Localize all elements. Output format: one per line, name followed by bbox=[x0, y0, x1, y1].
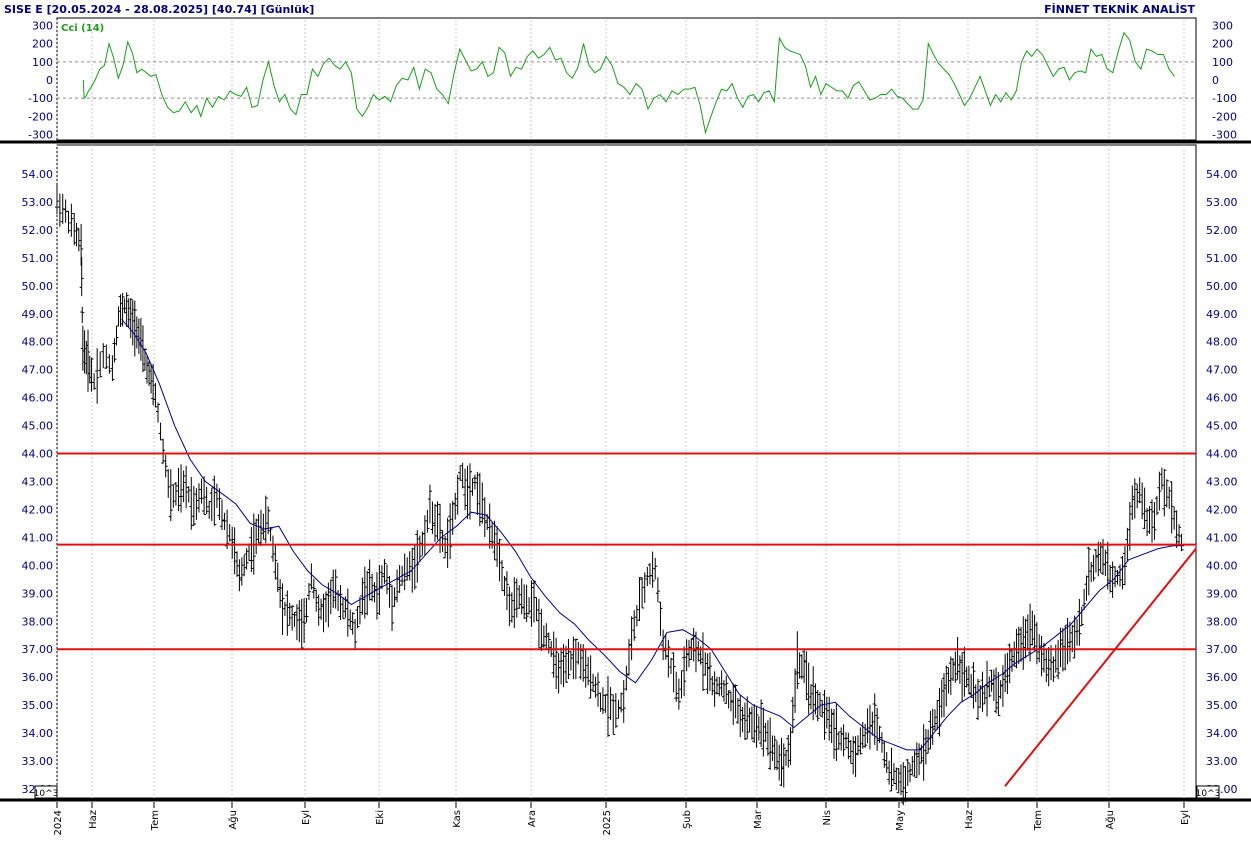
price-y-tick-label-right: 47.00 bbox=[1206, 364, 1238, 377]
price-y-tick-label-left: 37.00 bbox=[22, 643, 54, 656]
price-y-tick-label-left: 41.00 bbox=[22, 531, 54, 544]
x-month-label: Tem bbox=[1033, 810, 1044, 831]
price-y-tick-label-left: 51.00 bbox=[22, 252, 54, 265]
price-y-tick-label-left: 39.00 bbox=[22, 587, 54, 600]
price-y-tick-label-right: 51.00 bbox=[1206, 252, 1238, 265]
multiplier-label: 10^3 bbox=[1196, 789, 1221, 799]
price-y-tick-label-right: 35.00 bbox=[1206, 699, 1238, 712]
price-y-tick-label-right: 39.00 bbox=[1206, 587, 1238, 600]
chart-title: SISE E [20.05.2024 - 28.08.2025] [40.74]… bbox=[4, 3, 314, 16]
cci-y-tick-label-right: 0 bbox=[1212, 74, 1219, 87]
cci-y-tick-label-right: 300 bbox=[1212, 19, 1233, 32]
cci-title: Cci (14) bbox=[61, 23, 104, 34]
x-month-label: Eki bbox=[375, 810, 386, 825]
price-y-tick-label-left: 42.00 bbox=[22, 503, 54, 516]
x-month-label: Haz bbox=[88, 810, 99, 829]
provider-label: FİNNET TEKNİK ANALİST bbox=[1044, 2, 1195, 16]
cci-y-tick-label-right: -100 bbox=[1212, 92, 1237, 105]
price-y-tick-label-left: 46.00 bbox=[22, 392, 54, 405]
price-y-tick-label-left: 54.00 bbox=[22, 168, 54, 181]
price-y-tick-label-left: 52.00 bbox=[22, 224, 54, 237]
price-y-tick-label-right: 53.00 bbox=[1206, 196, 1238, 209]
cci-y-tick-label-right: 100 bbox=[1212, 56, 1233, 69]
cci-y-tick-label-right: 200 bbox=[1212, 38, 1233, 51]
price-y-tick-label-left: 44.00 bbox=[22, 448, 54, 461]
price-y-tick-label-left: 36.00 bbox=[22, 671, 54, 684]
x-month-label: 2024 bbox=[53, 810, 64, 835]
technical-chart: SISE E [20.05.2024 - 28.08.2025] [40.74]… bbox=[0, 0, 1251, 841]
cci-y-tick-label-left: 100 bbox=[32, 56, 53, 69]
x-month-label: May bbox=[895, 810, 906, 831]
price-y-tick-label-right: 46.00 bbox=[1206, 392, 1238, 405]
cci-y-tick-label-right: -300 bbox=[1212, 129, 1237, 142]
price-y-tick-label-right: 49.00 bbox=[1206, 308, 1238, 321]
price-y-tick-label-right: 41.00 bbox=[1206, 531, 1238, 544]
price-y-tick-label-right: 54.00 bbox=[1206, 168, 1238, 181]
price-y-tick-label-left: 33.00 bbox=[22, 755, 54, 768]
price-y-tick-label-left: 45.00 bbox=[22, 420, 54, 433]
price-y-tick-label-left: 34.00 bbox=[22, 727, 54, 740]
price-y-tick-label-left: 43.00 bbox=[22, 475, 54, 488]
price-y-tick-label-right: 38.00 bbox=[1206, 615, 1238, 628]
cci-y-tick-label-left: -100 bbox=[28, 92, 53, 105]
price-y-tick-label-right: 36.00 bbox=[1206, 671, 1238, 684]
price-y-tick-label-right: 50.00 bbox=[1206, 280, 1238, 293]
x-month-label: Haz bbox=[964, 810, 975, 829]
price-y-tick-label-right: 48.00 bbox=[1206, 336, 1238, 349]
cci-y-tick-label-left: -300 bbox=[28, 129, 53, 142]
price-y-tick-label-right: 43.00 bbox=[1206, 475, 1238, 488]
x-month-label: Ağu bbox=[1104, 810, 1116, 830]
cci-y-tick-label-left: 200 bbox=[32, 38, 53, 51]
price-y-tick-label-right: 34.00 bbox=[1206, 727, 1238, 740]
x-month-label: Mar bbox=[753, 809, 764, 829]
price-y-tick-label-right: 33.00 bbox=[1206, 755, 1238, 768]
cci-y-tick-label-left: 0 bbox=[46, 74, 53, 87]
price-y-tick-label-left: 47.00 bbox=[22, 364, 54, 377]
price-y-tick-label-left: 35.00 bbox=[22, 699, 54, 712]
cci-y-tick-label-left: 300 bbox=[32, 19, 53, 32]
price-y-tick-label-left: 53.00 bbox=[22, 196, 54, 209]
price-y-tick-label-right: 37.00 bbox=[1206, 643, 1238, 656]
price-y-tick-label-right: 52.00 bbox=[1206, 224, 1238, 237]
x-month-label: Eyl bbox=[1180, 810, 1191, 825]
cci-y-tick-label-left: -200 bbox=[28, 110, 53, 123]
x-month-label: Nis bbox=[822, 810, 833, 825]
price-y-tick-label-right: 44.00 bbox=[1206, 448, 1238, 461]
x-month-label: Kas bbox=[452, 810, 463, 828]
x-month-label: Ara bbox=[527, 810, 538, 827]
x-month-label: Ağu bbox=[227, 810, 239, 830]
x-month-label: Eyl bbox=[301, 810, 312, 825]
x-month-label: Tem bbox=[150, 810, 161, 831]
price-y-tick-label-right: 40.00 bbox=[1206, 559, 1238, 572]
cci-y-tick-label-right: -200 bbox=[1212, 110, 1237, 123]
price-y-tick-label-left: 40.00 bbox=[22, 559, 54, 572]
price-y-tick-label-left: 38.00 bbox=[22, 615, 54, 628]
price-y-tick-label-right: 45.00 bbox=[1206, 420, 1238, 433]
x-month-label: Şub bbox=[682, 810, 693, 829]
price-y-tick-label-left: 49.00 bbox=[22, 308, 54, 321]
price-y-tick-label-left: 50.00 bbox=[22, 280, 54, 293]
price-y-tick-label-right: 42.00 bbox=[1206, 503, 1238, 516]
multiplier-label: 10^3 bbox=[34, 789, 59, 799]
x-month-label: 2025 bbox=[602, 810, 613, 835]
price-y-tick-label-left: 48.00 bbox=[22, 336, 54, 349]
